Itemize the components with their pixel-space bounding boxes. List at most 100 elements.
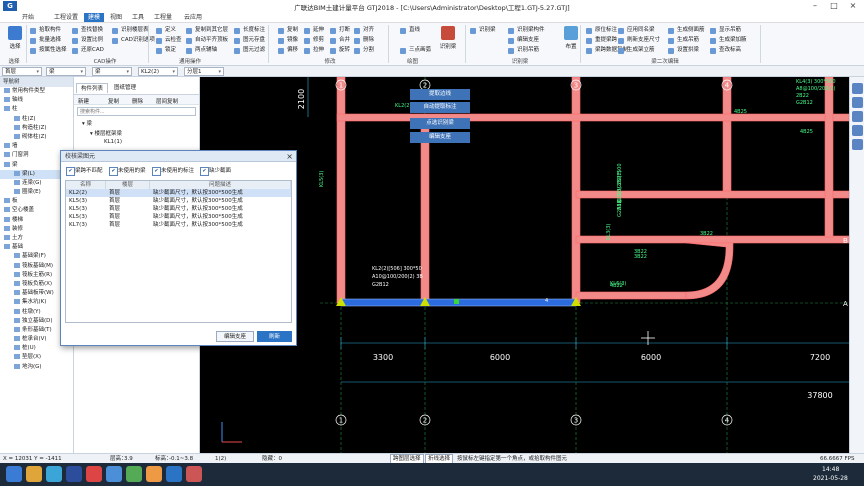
close-button[interactable]: × — [844, 1, 862, 11]
ribbon-col16-item-0[interactable]: 生成侧面筋 — [668, 26, 705, 35]
ribbon-col11-item-2[interactable]: 三点画弧 — [400, 46, 431, 55]
app-icon-2[interactable] — [86, 466, 102, 482]
app-icon-4[interactable] — [126, 466, 142, 482]
menu-3[interactable]: 视图 — [106, 13, 126, 22]
drawing-canvas[interactable]: 1234 1234 AB 3300 6000 6000 7200 37800 2100 K… — [200, 77, 849, 453]
issue-row[interactable]: KL5(3) 首层 缺少截面尺寸，默认按300*500生成 — [66, 197, 291, 205]
ribbon-col6-item-0[interactable]: 长度标注 — [234, 26, 265, 35]
nav-item-1[interactable]: 轴线 — [0, 96, 73, 105]
ribbon-col7-item-2[interactable]: 偏移 — [278, 46, 298, 55]
ribbon-col9-item-2[interactable]: 旋转 — [330, 46, 350, 55]
nav-item-3[interactable]: 柱(Z) — [0, 115, 73, 124]
ribbon-col11-item-0[interactable]: 直线 — [400, 26, 420, 35]
ribbon-col7-item-0[interactable]: 复制 — [278, 26, 298, 35]
issue-row[interactable]: KL5(3) 首层 缺少截面尺寸，默认按300*500生成 — [66, 213, 291, 221]
ribbon-col4-item-0[interactable]: 定义 — [156, 26, 176, 35]
nav-item-5[interactable]: 砌体柱(Z) — [0, 133, 73, 142]
tab-component-list[interactable]: 构件列表 — [76, 83, 109, 93]
menu-1[interactable]: 工程设置 — [50, 13, 82, 22]
ribbon-col1-item-0[interactable]: 拾取构件 — [30, 26, 61, 35]
edit-support-dialog-button[interactable]: 编辑支座 — [216, 331, 254, 342]
gtj-taskbar-icon[interactable] — [166, 466, 182, 482]
nav-item-0[interactable]: 常用构件类型 — [0, 87, 73, 96]
selector-1[interactable]: 梁 — [46, 67, 86, 76]
ribbon-col17-item-1[interactable]: 生成梁加腋 — [710, 36, 747, 45]
edit-support-button[interactable]: 编辑支座 — [410, 132, 470, 143]
extract-edge-button[interactable]: 提取边线 — [410, 89, 470, 100]
layer-copy-button[interactable]: 层间复制 — [156, 97, 178, 105]
nav-item-30[interactable]: 地沟(G) — [0, 363, 73, 372]
nav-item-29[interactable]: 垫层(X) — [0, 353, 73, 362]
ribbon-col5-item-1[interactable]: 自动平齐顶板 — [186, 36, 228, 45]
check-unused-beam[interactable]: 未使用的梁 — [109, 167, 146, 176]
menu-0[interactable]: 开始 — [18, 13, 38, 22]
tree-node-beam[interactable]: ▾ 梁 — [82, 119, 92, 127]
app-icon-1[interactable] — [66, 466, 82, 482]
ribbon-big-0[interactable]: 选择 — [4, 26, 26, 56]
ribbon-col13-item-2[interactable]: 识别吊筋 — [508, 46, 539, 55]
ribbon-col14-item-1[interactable]: 重提梁跨 — [586, 36, 617, 45]
check-unused-annotation[interactable]: 未使用的标注 — [152, 167, 194, 176]
component-search-input[interactable] — [77, 107, 196, 116]
layer-icon[interactable] — [852, 139, 863, 150]
ribbon-col6-item-1[interactable]: 图元存盘 — [234, 36, 265, 45]
selector-4[interactable]: 分层1 — [184, 67, 224, 76]
app-icon-6[interactable] — [186, 466, 202, 482]
ribbon-big-2[interactable]: 布置 — [560, 26, 582, 56]
ribbon-col15-item-2[interactable]: 生成架立筋 — [618, 46, 655, 55]
issue-row[interactable]: KL5(3) 首层 缺少截面尺寸，默认按300*500生成 — [66, 205, 291, 213]
cad-drawing[interactable]: 1234 1234 AB 3300 6000 6000 7200378002100 K… — [200, 77, 849, 453]
explorer-icon[interactable] — [26, 466, 42, 482]
ribbon-col2-item-1[interactable]: 设置比例 — [72, 36, 103, 45]
menu-4[interactable]: 工具 — [128, 13, 148, 22]
check-missing-section[interactable]: 缺少截面 — [200, 167, 231, 176]
ribbon-col5-item-2[interactable]: 两点辅轴 — [186, 46, 217, 55]
app-icon-3[interactable] — [106, 466, 122, 482]
refresh-button[interactable]: 刷新 — [257, 331, 292, 342]
maximize-button[interactable]: □ — [825, 1, 843, 11]
ribbon-col1-item-1[interactable]: 批量选择 — [30, 36, 61, 45]
selector-3[interactable]: KL2(2) — [138, 67, 178, 76]
ribbon-col2-item-2[interactable]: 还原CAD — [72, 46, 104, 55]
menu-6[interactable]: 云应用 — [180, 13, 206, 22]
ribbon-col1-item-2[interactable]: 按属性选择 — [30, 46, 67, 55]
ribbon-big-1[interactable]: 识别梁 — [437, 26, 459, 56]
app-icon-5[interactable] — [146, 466, 162, 482]
ribbon-col3-item-0[interactable]: 识别楼层表 — [112, 26, 149, 35]
minimize-button[interactable]: – — [806, 1, 824, 11]
ribbon-col7-item-1[interactable]: 镜像 — [278, 36, 298, 45]
ribbon-col9-item-1[interactable]: 合并 — [330, 36, 350, 45]
ribbon-col14-item-0[interactable]: 原位标注 — [586, 26, 617, 35]
ribbon-col6-item-2[interactable]: 图元过滤 — [234, 46, 265, 55]
zoom-extents-icon[interactable] — [852, 125, 863, 136]
ribbon-col17-item-2[interactable]: 查改标高 — [710, 46, 741, 55]
nav-item-2[interactable]: 柱 — [0, 105, 73, 114]
view-cube-icon[interactable] — [852, 83, 863, 94]
issue-row[interactable]: KL7(3) 首层 缺少截面尺寸，默认按300*500生成 — [66, 221, 291, 229]
ribbon-col17-item-0[interactable]: 显示吊筋 — [710, 26, 741, 35]
ribbon-col16-item-2[interactable]: 设置拱梁 — [668, 46, 699, 55]
tab-drawing-management[interactable]: 图纸管理 — [110, 83, 140, 93]
click-identify-beam-button[interactable]: 点选识别梁 — [410, 118, 470, 129]
issue-row[interactable]: KL2(2) 首层 缺少截面尺寸，默认按300*500生成 — [66, 189, 291, 197]
ribbon-col4-item-1[interactable]: 云检查 — [156, 36, 182, 45]
rotate-view-icon[interactable] — [852, 97, 863, 108]
browser-icon[interactable] — [46, 466, 62, 482]
nav-item-4[interactable]: 构造柱(Z) — [0, 124, 73, 133]
ribbon-col4-item-2[interactable]: 锁定 — [156, 46, 176, 55]
new-button[interactable]: 新建 — [78, 97, 89, 105]
plan-view-icon[interactable] — [852, 111, 863, 122]
ribbon-col10-item-2[interactable]: 分割 — [354, 46, 374, 55]
menu-5[interactable]: 工程量 — [150, 13, 176, 22]
ribbon-col15-item-1[interactable]: 刷新支座尺寸 — [618, 36, 660, 45]
check-span-mismatch[interactable]: 梁跨不匹配 — [66, 167, 103, 176]
ribbon-col2-item-0[interactable]: 查找替换 — [72, 26, 103, 35]
ribbon-col5-item-0[interactable]: 复制到其它层 — [186, 26, 228, 35]
ribbon-col16-item-1[interactable]: 生成吊筋 — [668, 36, 699, 45]
ribbon-col15-item-0[interactable]: 应用同名梁 — [618, 26, 655, 35]
selector-2[interactable]: 梁 — [92, 67, 132, 76]
ribbon-col8-item-2[interactable]: 拉伸 — [304, 46, 324, 55]
ribbon-col12-item-0[interactable]: 识别梁 — [470, 26, 496, 35]
tree-node-kl1[interactable]: KL1(1) — [104, 139, 122, 145]
start-icon[interactable] — [6, 466, 22, 482]
